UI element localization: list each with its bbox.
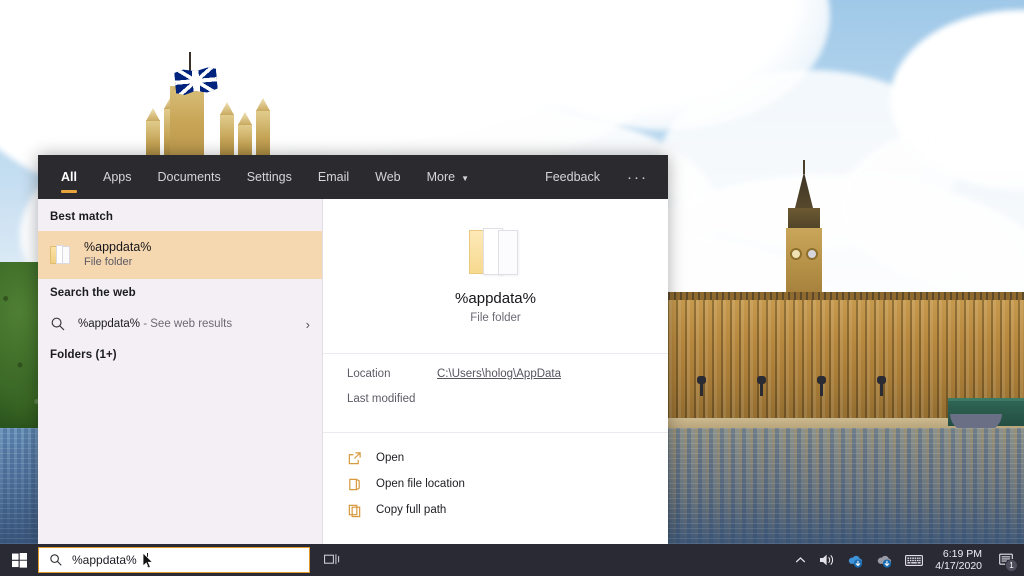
mouse-pointer-icon xyxy=(143,553,154,569)
tab-email-label: Email xyxy=(317,170,350,184)
search-icon xyxy=(51,317,65,331)
clock-face xyxy=(790,248,802,260)
tab-documents[interactable]: Documents xyxy=(144,155,233,199)
detail-title: %appdata% xyxy=(455,290,536,307)
detail-subtitle: File folder xyxy=(470,312,521,324)
tab-documents-label: Documents xyxy=(157,170,221,184)
folder-icon xyxy=(468,228,523,276)
best-match-title: %appdata% xyxy=(84,240,152,255)
task-view-button[interactable] xyxy=(310,544,354,576)
taskbar: %appdata% 6:19 PM 4/17/2020 1 xyxy=(0,544,1024,576)
meta-row-last-modified: Last modified xyxy=(347,393,644,418)
search-filter-tabs: All Apps Documents Settings Email Web Mo… xyxy=(38,155,668,199)
clock-date: 4/17/2020 xyxy=(935,560,982,572)
action-copy-full-path-label: Copy full path xyxy=(376,504,447,516)
best-match-header: Best match xyxy=(50,211,113,223)
notifications-button[interactable]: 1 xyxy=(992,544,1022,576)
action-copy-full-path[interactable]: Copy full path xyxy=(323,497,668,523)
clock[interactable]: 6:19 PM 4/17/2020 xyxy=(929,544,992,576)
onedrive-personal-button[interactable] xyxy=(841,544,870,576)
feedback-label: Feedback xyxy=(545,170,600,184)
volume-button[interactable] xyxy=(813,544,841,576)
feedback-button[interactable]: Feedback xyxy=(532,155,613,199)
more-options-icon[interactable]: ··· xyxy=(613,155,662,199)
search-icon xyxy=(50,554,62,566)
tab-settings[interactable]: Settings xyxy=(234,155,305,199)
action-open-file-location[interactable]: Open file location xyxy=(323,471,668,497)
detail-metadata: Location C:\Users\holog\AppData Last mod… xyxy=(323,354,668,433)
action-open-file-location-label: Open file location xyxy=(376,478,465,490)
search-results-column: Best match %appdata% File folder Search … xyxy=(38,199,323,544)
chevron-right-icon: › xyxy=(305,316,310,332)
system-tray: 6:19 PM 4/17/2020 1 xyxy=(788,544,1024,576)
tab-web[interactable]: Web xyxy=(362,155,413,199)
web-result-row[interactable]: %appdata% - See web results › xyxy=(38,307,322,341)
web-result-suffix: - See web results xyxy=(140,318,233,330)
clock-time: 6:19 PM xyxy=(942,547,982,560)
search-input[interactable]: %appdata% xyxy=(38,547,310,573)
onedrive-cloud-icon xyxy=(849,555,863,568)
chevron-up-icon xyxy=(796,556,806,562)
folders-header: Folders (1+) xyxy=(50,349,117,361)
detail-hero: %appdata% File folder xyxy=(323,199,668,354)
start-button[interactable] xyxy=(0,544,38,576)
big-ben-finial xyxy=(803,160,805,174)
palace-spires xyxy=(146,96,276,160)
windows-search-panel: All Apps Documents Settings Email Web Mo… xyxy=(38,155,668,544)
best-match-result-row[interactable]: %appdata% File folder xyxy=(38,231,322,279)
task-view-icon xyxy=(324,554,340,565)
tab-apps[interactable]: Apps xyxy=(90,155,145,199)
search-the-web-header: Search the web xyxy=(50,287,136,299)
tab-all-label: All xyxy=(61,170,77,184)
search-input-value: %appdata% xyxy=(72,553,137,567)
search-body: Best match %appdata% File folder Search … xyxy=(38,199,668,544)
tab-web-label: Web xyxy=(375,170,401,184)
onedrive-work-button[interactable] xyxy=(870,544,899,576)
speaker-icon xyxy=(820,554,834,566)
tab-all[interactable]: All xyxy=(48,155,90,199)
desktop: All Apps Documents Settings Email Web Mo… xyxy=(0,0,1024,576)
input-indicator-button[interactable] xyxy=(899,544,929,576)
tab-more-label: More xyxy=(426,170,456,184)
open-external-icon xyxy=(348,451,361,464)
best-match-subtitle: File folder xyxy=(84,255,133,268)
copy-icon xyxy=(348,504,361,517)
chevron-down-icon: ▼ xyxy=(461,173,470,183)
meta-row-location: Location C:\Users\holog\AppData xyxy=(347,368,644,393)
clock-face xyxy=(806,248,818,260)
keyboard-icon xyxy=(905,554,924,566)
action-open-label: Open xyxy=(376,452,405,464)
folder-icon xyxy=(50,245,72,265)
folder-open-icon xyxy=(349,478,360,490)
detail-actions: Open Open file location Copy full path xyxy=(323,433,668,523)
notification-count-badge: 1 xyxy=(1005,559,1018,572)
last-modified-label: Last modified xyxy=(347,393,416,405)
onedrive-cloud-icon xyxy=(878,555,892,568)
search-detail-column: %appdata% File folder Location C:\Users\… xyxy=(323,199,668,544)
windows-logo-icon xyxy=(11,552,27,568)
tab-apps-label: Apps xyxy=(102,170,132,184)
action-open[interactable]: Open xyxy=(323,445,668,471)
show-hidden-icons-button[interactable] xyxy=(788,544,813,576)
web-result-query: %appdata% xyxy=(78,318,141,330)
tab-settings-label: Settings xyxy=(246,170,292,184)
location-label: Location xyxy=(347,368,391,380)
location-link[interactable]: C:\Users\holog\AppData xyxy=(437,368,561,380)
tab-more[interactable]: More ▼ xyxy=(414,155,482,199)
tab-email[interactable]: Email xyxy=(305,155,362,199)
